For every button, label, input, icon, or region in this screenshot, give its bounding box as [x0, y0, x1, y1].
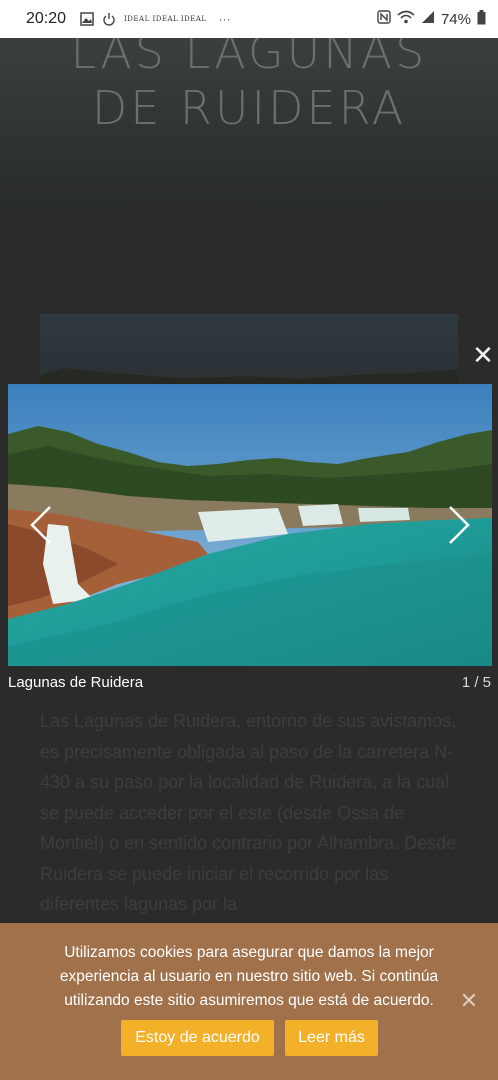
- article-text: Las Lagunas de Ruidera, entorno de sus a…: [40, 711, 457, 914]
- lightbox-next-button[interactable]: [446, 505, 472, 545]
- clock: 20:20: [26, 10, 67, 27]
- cookie-close-button[interactable]: ✕: [459, 990, 479, 1012]
- cookie-accept-button[interactable]: Estoy de acuerdo: [121, 1020, 274, 1056]
- lightbox-caption: Lagunas de Ruidera: [8, 674, 144, 691]
- chevron-right-icon: [449, 506, 470, 544]
- chevron-left-icon: [30, 506, 51, 544]
- lightbox-image: [8, 384, 492, 666]
- cookie-banner: Utilizamos cookies para asegurar que dam…: [0, 923, 498, 1080]
- article-image: [40, 314, 458, 386]
- power-icon: [102, 12, 116, 26]
- hero-banner: LAS LAGUNAS DE RUIDERA: [0, 25, 498, 222]
- battery-icon: [477, 9, 486, 29]
- hero-title-line2: DE RUIDERA: [91, 81, 407, 135]
- lightbox-counter: 1 / 5: [461, 674, 491, 691]
- more-notifications-icon: ···: [218, 12, 231, 26]
- cookie-message: Utilizamos cookies para asegurar que dam…: [59, 944, 439, 1009]
- gallery-icon: [80, 12, 94, 26]
- signal-icon: [421, 10, 435, 28]
- cookie-read-more-button[interactable]: Leer más: [285, 1020, 378, 1056]
- hero-title: LAS LAGUNAS DE RUIDERA: [0, 24, 498, 136]
- lightbox-prev-button[interactable]: [28, 505, 54, 545]
- battery-level: 74%: [440, 10, 471, 28]
- wifi-icon: [397, 10, 415, 28]
- ideal-notification: IDEAL IDEAL IDEAL: [124, 15, 207, 23]
- nfc-icon: [377, 10, 391, 28]
- lightbox-close-button[interactable]: ✕: [471, 342, 495, 368]
- status-bar: 20:20 IDEAL IDEAL IDEAL ··· 74%: [0, 0, 498, 38]
- article-image-hills: [40, 367, 458, 386]
